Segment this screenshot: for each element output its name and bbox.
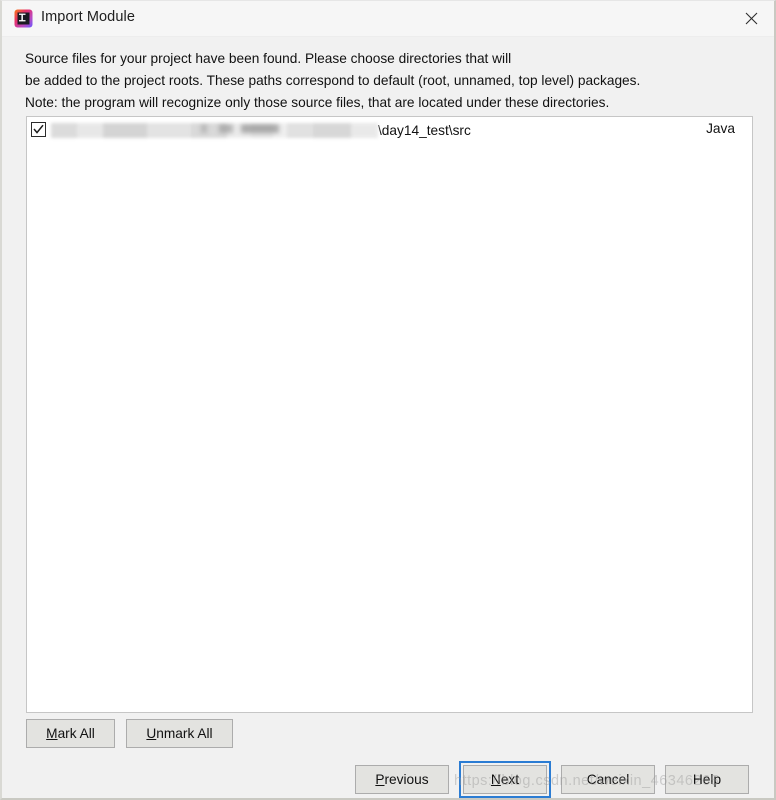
- description-line-2: be added to the project roots. These pat…: [25, 73, 641, 88]
- close-icon[interactable]: [728, 1, 774, 35]
- mark-all-button[interactable]: Mark All: [26, 719, 115, 748]
- mark-all-accel: M: [46, 726, 58, 741]
- list-item[interactable]: \day14_test\src Java: [27, 117, 752, 144]
- checkbox-checked-icon[interactable]: [31, 122, 46, 137]
- cancel-button[interactable]: Cancel: [561, 765, 655, 794]
- source-root-type: Java: [706, 121, 735, 136]
- titlebar: Import Module: [2, 1, 774, 37]
- previous-accel: P: [375, 772, 385, 787]
- mark-all-label: ark All: [57, 726, 95, 741]
- previous-button[interactable]: Previous: [355, 765, 449, 794]
- next-accel: N: [490, 772, 501, 787]
- source-root-path: \day14_test\src: [51, 121, 471, 140]
- navigation-buttons-row: Previous Next Cancel Help: [355, 761, 749, 798]
- import-module-dialog: Import Module Source files for your proj…: [0, 0, 776, 800]
- next-button-focus-ring: Next: [459, 761, 551, 798]
- intellij-idea-icon: [14, 9, 33, 28]
- description-line-3: Note: the program will recognize only th…: [25, 95, 610, 110]
- unmark-all-label: nmark All: [156, 726, 213, 741]
- redacted-path-segment: [51, 123, 378, 138]
- next-label: ext: [500, 772, 520, 787]
- unmark-all-button[interactable]: Unmark All: [126, 719, 233, 748]
- source-roots-list[interactable]: \day14_test\src Java: [26, 116, 753, 713]
- description-line-1: Source files for your project have been …: [25, 51, 512, 66]
- source-root-path-visible: \day14_test\src: [378, 123, 471, 138]
- help-button[interactable]: Help: [665, 765, 749, 794]
- page-title: Import Module: [41, 9, 135, 25]
- mark-buttons-row: Mark All Unmark All: [26, 719, 233, 748]
- previous-label: revious: [384, 772, 429, 787]
- description-text: Source files for your project have been …: [25, 48, 751, 114]
- next-button[interactable]: Next: [463, 765, 547, 794]
- unmark-all-accel: U: [146, 726, 157, 741]
